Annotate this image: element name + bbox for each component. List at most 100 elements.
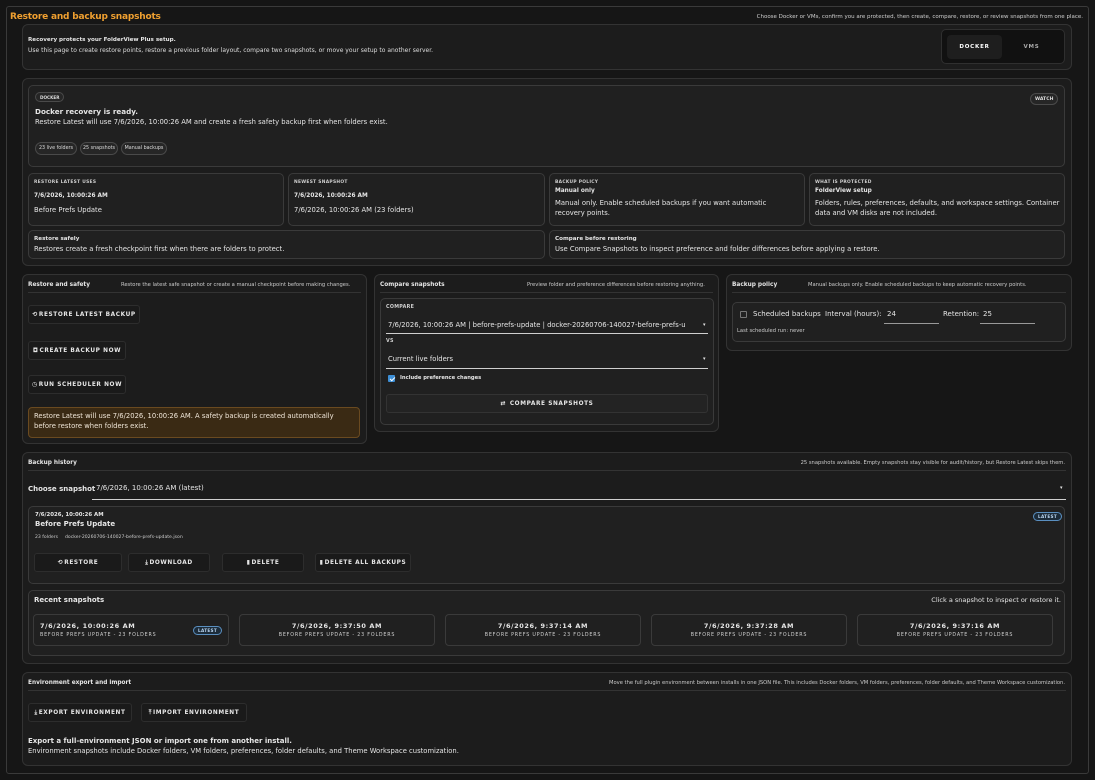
- history-subtitle: 25 snapshots available. Empty snapshots …: [800, 460, 1065, 466]
- clock-icon: ◷: [31, 381, 38, 388]
- snapshot-date: 7/6/2026, 9:37:16 AM: [909, 622, 1001, 630]
- choose-snapshot-label: Choose snapshot: [28, 485, 96, 493]
- download-icon: ⤓: [145, 558, 149, 566]
- restore-warning: Restore Latest will use 7/6/2026, 10:00:…: [28, 407, 360, 438]
- restore-icon: ⟲: [57, 559, 64, 566]
- info-label: NEWEST SNAPSHOT: [294, 180, 348, 185]
- recent-title: Recent snapshots: [34, 596, 105, 604]
- toggle-docker[interactable]: DOCKER: [947, 35, 1002, 59]
- button-label: DOWNLOAD: [149, 559, 193, 566]
- info-text: Manual only. Enable scheduled backups if…: [555, 199, 767, 217]
- include-prefs-label: Include preference changes: [400, 375, 482, 381]
- trash-icon: ▮: [319, 559, 324, 566]
- compare-snapshots-button[interactable]: ⇄ COMPARE SNAPSHOTS: [386, 394, 708, 413]
- button-label: CREATE BACKUP NOW: [39, 347, 122, 354]
- history-title: Backup history: [28, 460, 77, 466]
- detail-folders: 23 folders: [35, 535, 59, 540]
- delete-all-button[interactable]: ▮ DELETE ALL BACKUPS: [315, 553, 411, 572]
- import-environment-button[interactable]: ⤒ IMPORT ENVIRONMENT: [141, 703, 247, 722]
- chevron-down-icon: ▾: [703, 322, 706, 328]
- manual-backups-pill: Manual backups: [121, 142, 167, 155]
- info-text: 7/6/2026, 10:00:26 AM (23 folders): [294, 206, 414, 214]
- scheduled-label: Scheduled backups: [753, 310, 821, 318]
- info-label: WHAT IS PROTECTED: [815, 180, 872, 185]
- detail-name: Before Prefs Update: [35, 520, 116, 528]
- last-run-text: Last scheduled run: never: [737, 328, 805, 334]
- button-label: RESTORE LATEST BACKUP: [38, 311, 136, 318]
- live-folders-pill: 23 live folders: [35, 142, 77, 155]
- page-subtitle: Choose Docker or VMs, confirm you are pr…: [756, 14, 1083, 20]
- page-title: Restore and backup snapshots: [10, 12, 161, 22]
- env-subtitle: Move the full plugin environment between…: [608, 680, 1065, 686]
- interval-label: Interval (hours):: [825, 310, 882, 318]
- button-label: DELETE: [251, 559, 280, 566]
- target-toggle: DOCKER VMS: [941, 29, 1065, 64]
- policy-subtitle: Manual backups only. Enable scheduled ba…: [808, 282, 1027, 288]
- create-backup-button[interactable]: ◘ CREATE BACKUP NOW: [28, 341, 126, 360]
- download-button[interactable]: ⤓ DOWNLOAD: [128, 553, 210, 572]
- download-icon: ⤓: [34, 708, 38, 716]
- recent-snapshot-item[interactable]: 7/6/2026, 10:00:26 AM BEFORE PREFS UPDAT…: [33, 614, 229, 646]
- button-label: IMPORT ENVIRONMENT: [152, 709, 240, 716]
- recent-hint: Click a snapshot to inspect or restore i…: [931, 596, 1061, 604]
- info-value: Manual only: [555, 188, 595, 194]
- compare-right-select[interactable]: Current live folders: [388, 355, 453, 363]
- snapshot-sub: BEFORE PREFS UPDATE - 23 FOLDERS: [278, 633, 396, 638]
- snapshot-sub: BEFORE PREFS UPDATE - 23 FOLDERS: [690, 633, 808, 638]
- swap-icon: ⇄: [500, 400, 507, 407]
- retention-input[interactable]: 25: [983, 310, 992, 318]
- snapshot-sub: BEFORE PREFS UPDATE - 23 FOLDERS: [484, 633, 602, 638]
- watch-button[interactable]: WATCH: [1030, 93, 1059, 105]
- snapshot-detail-card: [28, 506, 1065, 584]
- policy-title: Backup policy: [732, 282, 778, 288]
- button-label: DELETE ALL BACKUPS: [324, 559, 407, 566]
- tip-title: Restore safely: [34, 236, 80, 242]
- compare-left-select[interactable]: 7/6/2026, 10:00:26 AM | before-prefs-upd…: [388, 321, 704, 329]
- env-heading: Export a full-environment JSON or import…: [28, 737, 292, 745]
- safety-title: Restore and safety: [28, 282, 90, 288]
- tip-text: Restores create a fresh checkpoint first…: [34, 245, 285, 253]
- compare-vs: VS: [386, 339, 394, 344]
- compare-label: COMPARE: [386, 305, 415, 310]
- env-text: Environment snapshots include Docker fol…: [28, 747, 459, 755]
- info-text: Folders, rules, preferences, defaults, a…: [815, 199, 1060, 217]
- retention-label: Retention:: [943, 310, 980, 318]
- compare-title: Compare snapshots: [380, 282, 445, 288]
- info-label: RESTORE LATEST USES: [34, 180, 97, 185]
- delete-button[interactable]: ▮ DELETE: [222, 553, 304, 572]
- snapshots-pill: 25 snapshots: [80, 142, 118, 155]
- latest-badge: LATEST: [1033, 512, 1062, 521]
- recent-snapshot-item[interactable]: 7/6/2026, 9:37:50 AM BEFORE PREFS UPDATE…: [239, 614, 435, 646]
- include-prefs-checkbox[interactable]: [388, 375, 395, 382]
- status-title: Docker recovery is ready.: [35, 107, 138, 116]
- button-label: COMPARE SNAPSHOTS: [509, 400, 594, 407]
- toggle-vms[interactable]: VMS: [1004, 35, 1059, 59]
- info-label: BACKUP POLICY: [555, 180, 599, 185]
- recent-snapshot-item[interactable]: 7/6/2026, 9:37:28 AM BEFORE PREFS UPDATE…: [651, 614, 847, 646]
- button-label: RUN SCHEDULER NOW: [38, 381, 123, 388]
- recent-snapshot-item[interactable]: 7/6/2026, 9:37:14 AM BEFORE PREFS UPDATE…: [445, 614, 641, 646]
- info-value: 7/6/2026, 10:00:26 AM: [294, 193, 368, 199]
- snapshot-date: 7/6/2026, 9:37:28 AM: [703, 622, 795, 630]
- trash-icon: ▮: [246, 559, 251, 566]
- restore-latest-button[interactable]: ⟲ RESTORE LATEST BACKUP: [28, 305, 140, 324]
- recent-snapshot-item[interactable]: 7/6/2026, 9:37:16 AM BEFORE PREFS UPDATE…: [857, 614, 1053, 646]
- run-scheduler-button[interactable]: ◷ RUN SCHEDULER NOW: [28, 375, 126, 394]
- info-text: Before Prefs Update: [34, 206, 102, 214]
- intro-text: Use this page to create restore points, …: [28, 47, 434, 54]
- choose-snapshot-select[interactable]: 7/6/2026, 10:00:26 AM (latest): [96, 484, 204, 492]
- policy-card: [732, 302, 1066, 342]
- safety-subtitle: Restore the latest safe snapshot or crea…: [121, 282, 351, 288]
- scheduled-checkbox[interactable]: [740, 311, 747, 318]
- restore-button[interactable]: ⟲ RESTORE: [34, 553, 122, 572]
- export-environment-button[interactable]: ⤓ EXPORT ENVIRONMENT: [28, 703, 132, 722]
- camera-icon: ◘: [32, 347, 39, 354]
- button-label: RESTORE: [64, 559, 99, 566]
- latest-badge: LATEST: [193, 626, 222, 635]
- restore-icon: ⟲: [32, 311, 38, 318]
- chevron-down-icon: ▾: [703, 356, 706, 362]
- detail-date: 7/6/2026, 10:00:26 AM: [35, 512, 104, 518]
- interval-input[interactable]: 24: [887, 310, 896, 318]
- snapshot-date: 7/6/2026, 9:37:14 AM: [497, 622, 589, 630]
- detail-file: docker-20260706-140027-before-prefs-upda…: [65, 535, 183, 540]
